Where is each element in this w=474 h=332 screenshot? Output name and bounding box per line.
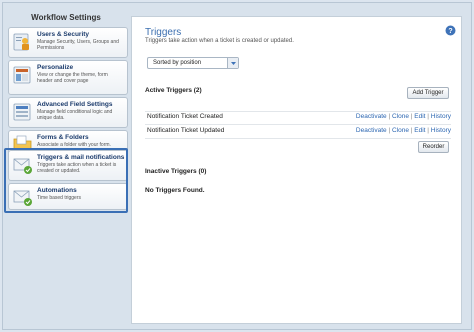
- chevron-down-icon: [227, 58, 238, 68]
- help-icon[interactable]: ?: [445, 25, 456, 36]
- sidebar-item-label: Users & Security: [37, 31, 90, 38]
- personalize-icon: [13, 65, 33, 85]
- advanced-fields-icon: [13, 102, 33, 122]
- sidebar-item-label: Personalize: [37, 64, 74, 71]
- edit-link[interactable]: Edit: [414, 113, 425, 120]
- sidebar-item-desc: Manage field conditional logic and uniqu…: [37, 109, 113, 121]
- page-subtitle: Triggers take action when a ticket is cr…: [145, 38, 294, 44]
- trigger-actions: Deactivate | Clone | Edit | History: [355, 127, 451, 134]
- sidebar-item-desc: Manage Security, Users, Groups and Permi…: [37, 39, 119, 51]
- sidebar-item-personalize[interactable]: Personalize View or change the theme, fo…: [8, 60, 128, 95]
- sidebar-item-label: Advanced Field Settings: [37, 101, 113, 108]
- trigger-actions: Deactivate | Clone | Edit | History: [355, 113, 451, 120]
- deactivate-link[interactable]: Deactivate: [356, 127, 387, 134]
- sidebar-item-advanced-field-settings[interactable]: Advanced Field Settings Manage field con…: [8, 97, 128, 128]
- sort-select[interactable]: Sorted by position: [147, 57, 239, 69]
- sidebar-item-users-security[interactable]: Users & Security Manage Security, Users,…: [8, 27, 128, 58]
- divider: [145, 138, 451, 139]
- inactive-triggers-label: Inactive Triggers (0): [145, 168, 207, 175]
- clone-link[interactable]: Clone: [392, 127, 409, 134]
- sidebar: Workflow Settings Users & Security Manag…: [4, 10, 128, 325]
- svg-text:?: ?: [448, 28, 452, 35]
- reorder-button[interactable]: Reorder: [418, 141, 449, 153]
- page-title: Triggers: [145, 27, 182, 38]
- table-row: Notification Ticket Updated Deactivate |…: [145, 124, 451, 137]
- deactivate-link[interactable]: Deactivate: [356, 113, 387, 120]
- sidebar-item-desc: View or change the theme, form header an…: [37, 72, 108, 84]
- sidebar-title: Workflow Settings: [31, 13, 101, 22]
- history-link[interactable]: History: [431, 113, 451, 120]
- clone-link[interactable]: Clone: [392, 113, 409, 120]
- triggers-panel: Triggers Triggers take action when a tic…: [131, 16, 462, 324]
- table-row: Notification Ticket Created Deactivate |…: [145, 110, 451, 123]
- trigger-name: Notification Ticket Updated: [147, 127, 225, 134]
- trigger-name: Notification Ticket Created: [147, 113, 223, 120]
- history-link[interactable]: History: [431, 127, 451, 134]
- sort-select-value: Sorted by position: [153, 60, 202, 66]
- edit-link[interactable]: Edit: [414, 127, 425, 134]
- selection-highlight: [4, 148, 128, 213]
- empty-state-text: No Triggers Found.: [145, 187, 205, 194]
- users-icon: [13, 32, 33, 52]
- sidebar-item-label: Forms & Folders: [37, 134, 89, 141]
- add-trigger-button[interactable]: Add Trigger: [407, 87, 449, 99]
- active-triggers-label: Active Triggers (2): [145, 87, 202, 94]
